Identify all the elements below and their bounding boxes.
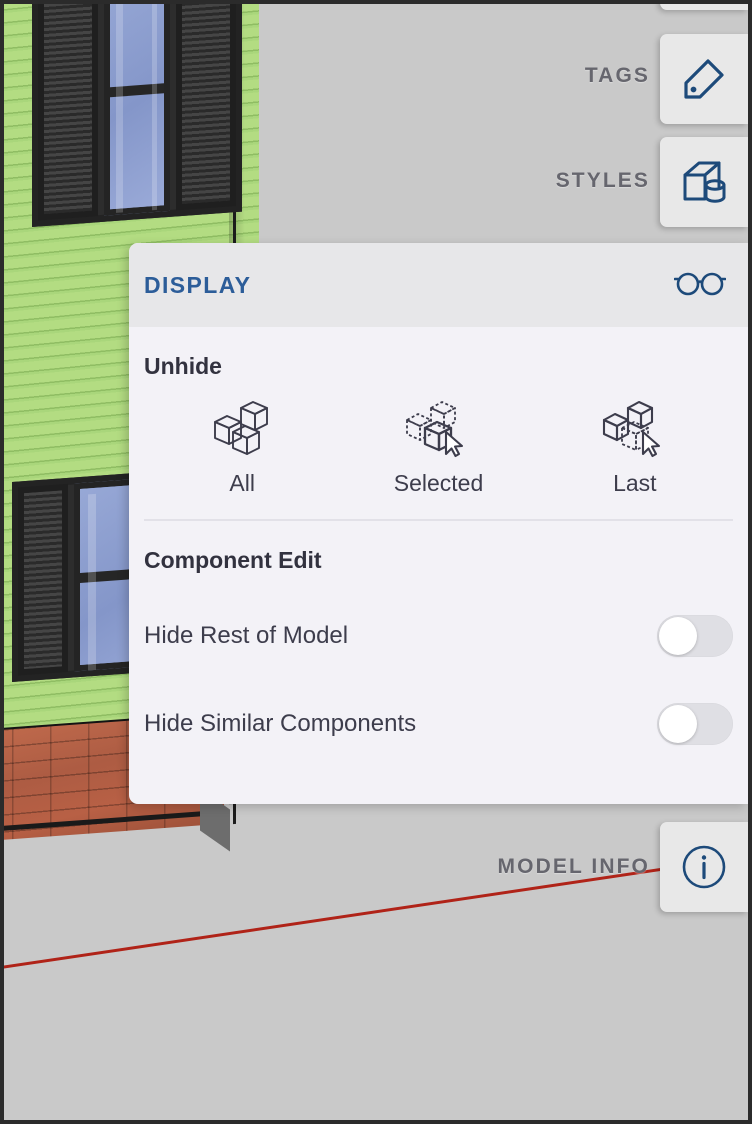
cubes-solid-icon	[211, 396, 273, 460]
display-panel-body: Unhide All Selected Last Component Edit …	[129, 327, 748, 768]
unhide-all-label: All	[229, 470, 255, 496]
hide-similar-components-label: Hide Similar Components	[144, 710, 417, 737]
unhide-actions-row: All Selected Last	[144, 380, 733, 519]
display-panel-header: DISPLAY	[129, 243, 748, 327]
window-upper	[32, 4, 242, 228]
model-info-label: MODEL INFO	[497, 855, 650, 878]
styles-icon	[677, 155, 731, 209]
display-panel: DISPLAY Unhide All Selected Last Compone…	[129, 243, 748, 804]
toggle-knob	[659, 617, 697, 655]
cubes-last-icon	[602, 396, 668, 460]
component-edit-section-title: Component Edit	[144, 547, 322, 573]
unhide-selected-label: Selected	[393, 470, 484, 496]
hide-rest-of-model-row: Hide Rest of Model	[144, 592, 733, 680]
window-reflection	[116, 4, 123, 213]
tags-button[interactable]	[660, 34, 748, 124]
glasses-icon[interactable]	[673, 268, 727, 303]
toolbar-button-partial-top[interactable]	[660, 4, 748, 10]
cubes-selected-icon	[405, 396, 471, 460]
window-reflection-2	[152, 4, 157, 211]
tags-label: TAGS	[584, 64, 650, 87]
window-shutter-left	[38, 4, 98, 221]
unhide-last-label: Last	[613, 470, 657, 496]
unhide-selected-button[interactable]: Selected	[340, 396, 536, 497]
window-reflection	[88, 493, 96, 671]
styles-label: STYLES	[555, 169, 650, 192]
hide-similar-components-row: Hide Similar Components	[144, 680, 733, 768]
hide-similar-components-toggle[interactable]	[657, 703, 733, 745]
toggle-knob	[659, 705, 697, 743]
window-shutter-left	[18, 483, 68, 676]
window-shutter-right	[176, 4, 236, 211]
hide-rest-of-model-toggle[interactable]	[657, 615, 733, 657]
window-glass	[104, 4, 170, 216]
unhide-last-button[interactable]: Last	[537, 396, 733, 497]
styles-button[interactable]	[660, 137, 748, 227]
hide-rest-of-model-label: Hide Rest of Model	[144, 622, 349, 649]
unhide-section-title: Unhide	[144, 353, 222, 379]
tag-icon	[678, 53, 730, 105]
app-screen: TAGS STYLES MODEL INFO DISPLAY Unhide Al…	[0, 0, 752, 1124]
panel-title: DISPLAY	[144, 271, 252, 298]
model-info-button[interactable]	[660, 822, 748, 912]
unhide-all-button[interactable]: All	[144, 396, 340, 497]
info-icon	[679, 842, 729, 892]
